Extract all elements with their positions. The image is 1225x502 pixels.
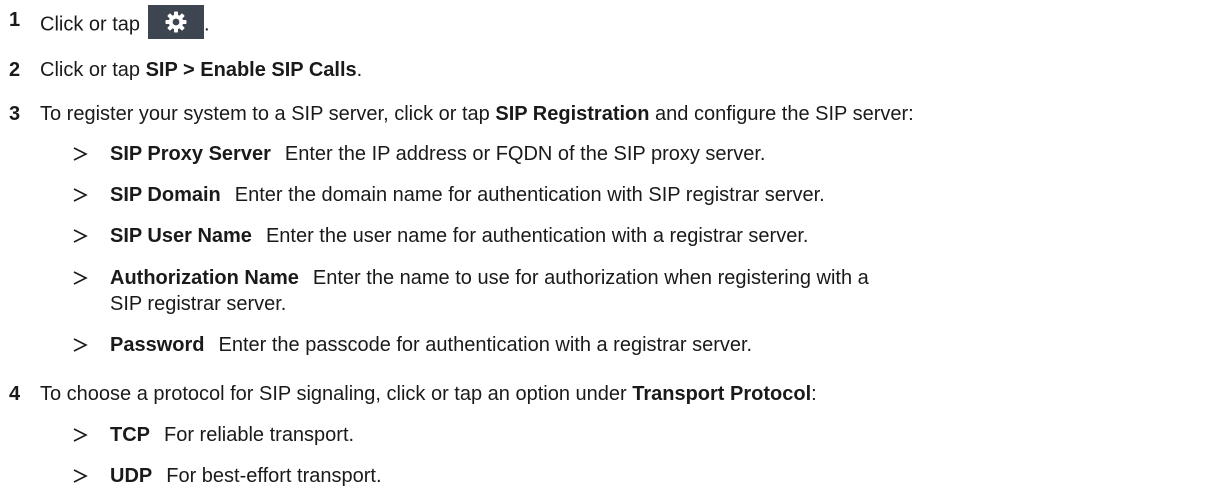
step-number: 3 [9,103,21,125]
step-number: 2 [9,59,21,81]
step-text-post: . [356,59,363,81]
field-name: SIP Proxy Server [110,143,271,165]
step-text-pre: To choose a protocol for SIP signaling, … [40,383,633,405]
protocol-name: UDP [110,465,153,487]
step-number: 4 [9,383,21,405]
menu-option: SIP Registration [495,103,650,125]
field-name: SIP Domain [110,184,221,206]
menu-path: SIP > Enable SIP Calls [145,59,357,81]
step-text-post: and configure the SIP server: [649,103,914,125]
field-description: Enter the user name for authentication w… [265,225,809,247]
step-text: To register your system to a SIP server,… [40,102,914,126]
field-description: Enter the domain name for authentication… [234,184,825,206]
field-name: Authorization Name [110,267,299,289]
step-text-post: : [811,383,817,405]
step-text-pre: Click or tap [40,59,146,81]
field-description: Enter the passcode for authentication wi… [218,334,753,356]
option-group-name: Transport Protocol [632,383,812,405]
settings-button[interactable] [148,5,205,39]
field-name: SIP User Name [110,225,252,247]
step-text: Click or tap SIP > Enable SIP Calls. [40,58,362,82]
field-name: Password [110,334,205,356]
step-text-post: . [204,13,210,36]
step-text-pre: To register your system to a SIP server,… [40,103,496,125]
step-text: Click or tap . [40,5,210,42]
gear-icon [165,11,187,33]
protocol-description: For best-effort transport. [166,465,382,487]
protocol-name: TCP [110,424,150,446]
step-number: 1 [9,9,21,31]
step-text-pre: Click or tap [40,13,141,36]
step-text: To choose a protocol for SIP signaling, … [40,382,817,406]
protocol-description: For reliable transport. [164,424,355,446]
instructions-document: 1 Click or tap . 2 Click or tap SIP > En… [0,0,1225,502]
field-description: Enter the IP address or FQDN of the SIP … [284,143,766,165]
